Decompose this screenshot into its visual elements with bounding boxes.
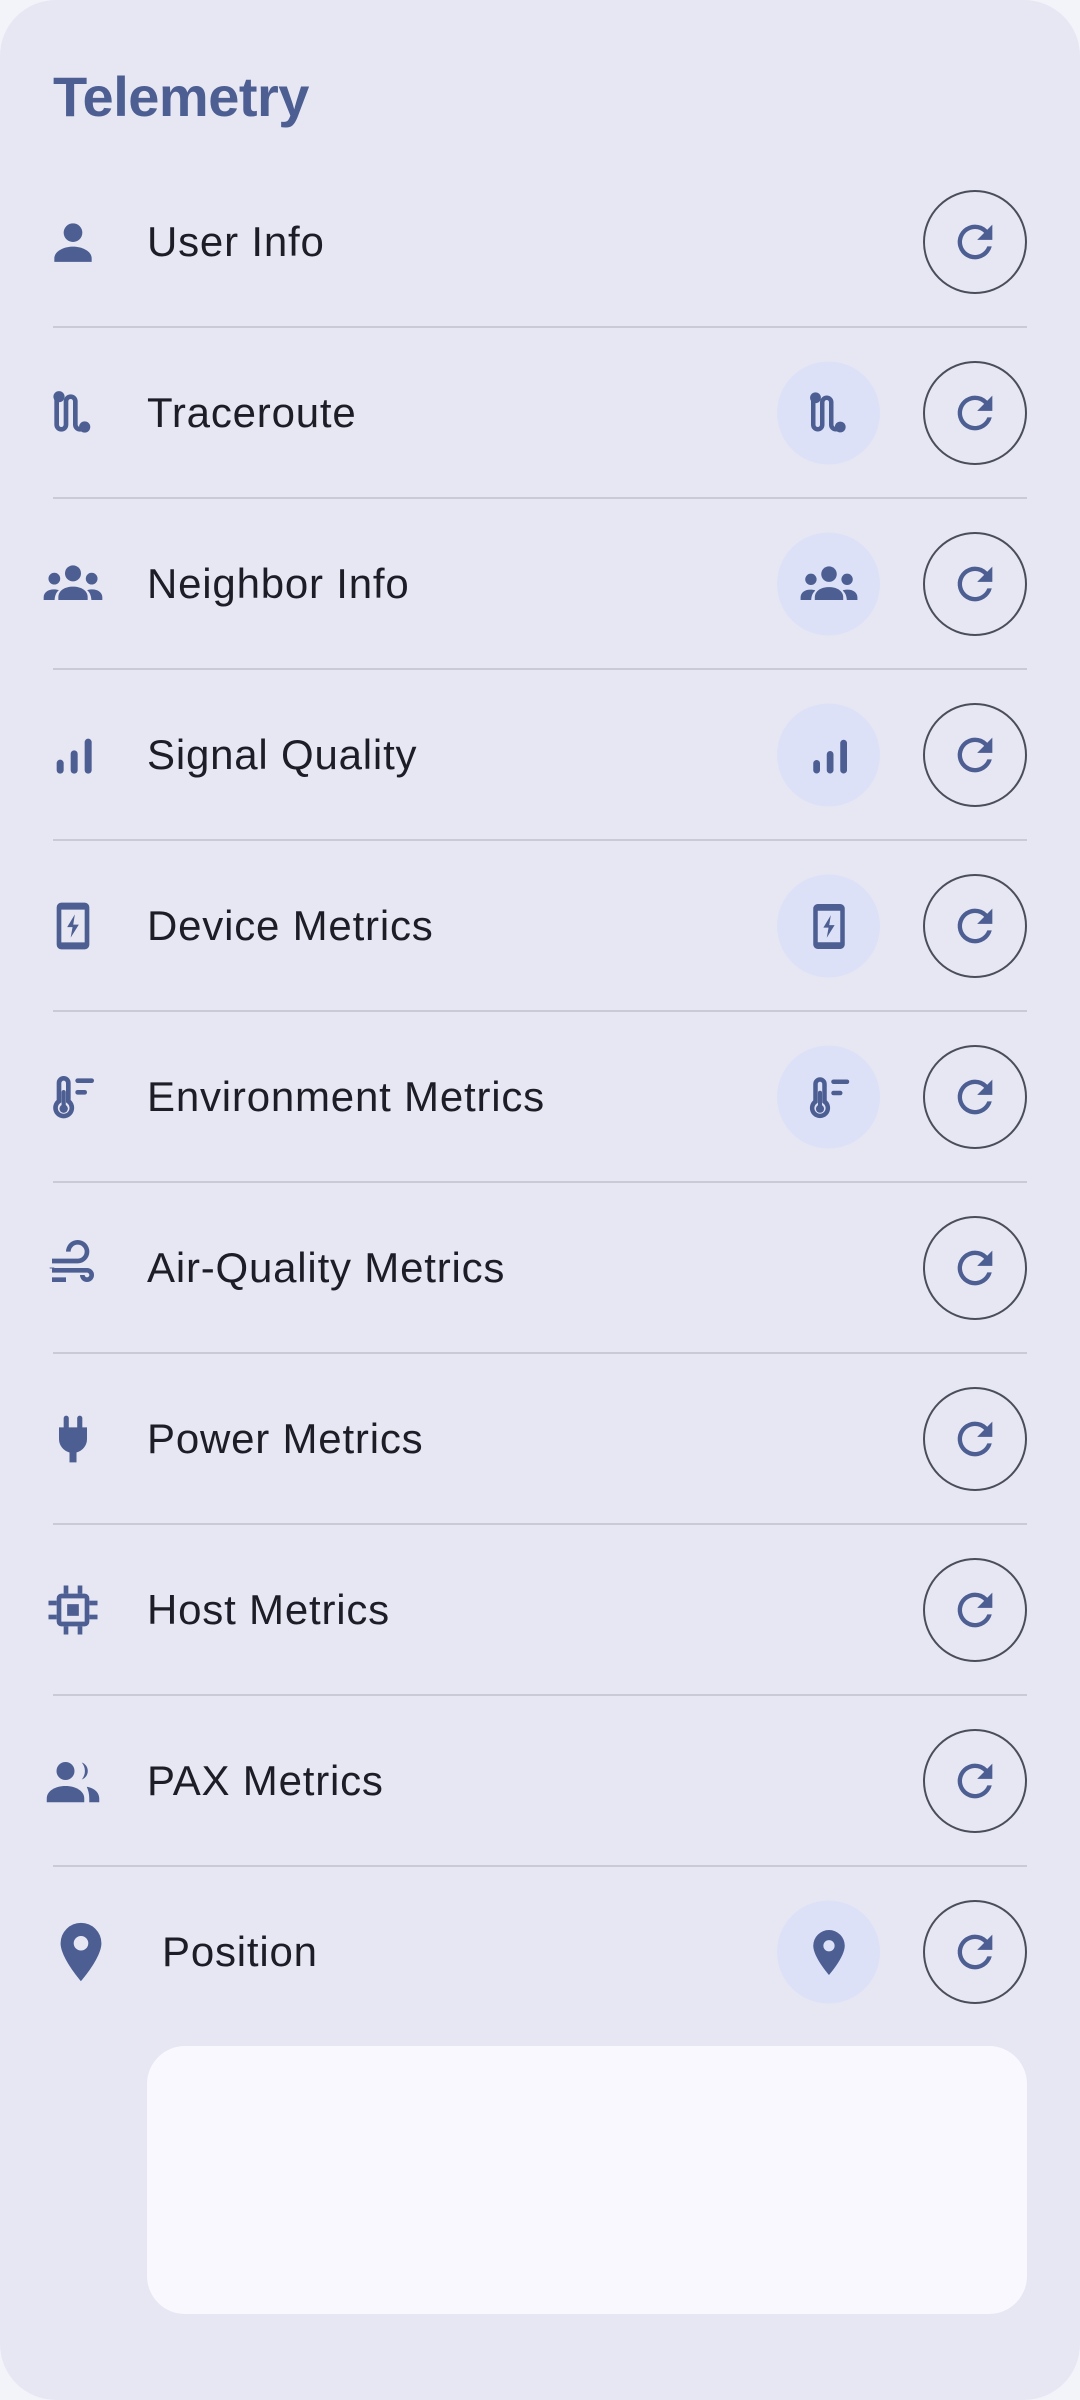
row-label: Host Metrics [147, 1586, 390, 1633]
power-plug-icon [38, 1404, 108, 1474]
refresh-icon [949, 1071, 1001, 1123]
signal-bars-icon [38, 720, 108, 790]
memory-chip-icon [38, 1575, 108, 1645]
telemetry-row-pax-metrics: PAX Metrics [0, 1696, 1080, 1866]
row-label: Neighbor Info [147, 560, 410, 607]
refresh-icon [949, 1584, 1001, 1636]
row-label: Traceroute [147, 389, 357, 436]
refresh-icon [949, 1413, 1001, 1465]
telemetry-row-position: Position [0, 1867, 1080, 2037]
row-label: Signal Quality [147, 731, 418, 778]
refresh-user-info-button[interactable] [923, 190, 1027, 294]
air-wind-icon [38, 1233, 108, 1303]
row-label: Environment Metrics [147, 1073, 545, 1120]
refresh-host-metrics-button[interactable] [923, 1558, 1027, 1662]
refresh-icon [949, 900, 1001, 952]
refresh-icon [949, 558, 1001, 610]
refresh-icon [949, 387, 1001, 439]
refresh-neighbor-info-button[interactable] [923, 532, 1027, 636]
telemetry-row-power-metrics: Power Metrics [0, 1354, 1080, 1524]
refresh-signal-quality-button[interactable] [923, 703, 1027, 807]
telemetry-row-neighbor-info: Neighbor Info [0, 499, 1080, 669]
page-title: Telemetry [53, 65, 309, 128]
refresh-pax-metrics-button[interactable] [923, 1729, 1027, 1833]
refresh-air-quality-metrics-button[interactable] [923, 1216, 1027, 1320]
telemetry-row-air-quality-metrics: Air-Quality Metrics [0, 1183, 1080, 1353]
refresh-environment-metrics-button[interactable] [923, 1045, 1027, 1149]
telemetry-row-signal-quality: Signal Quality [0, 670, 1080, 840]
telemetry-row-host-metrics: Host Metrics [0, 1525, 1080, 1695]
person-icon [38, 207, 108, 277]
refresh-icon [949, 729, 1001, 781]
battery-charging-phone-icon [38, 891, 108, 961]
position-detail-panel [147, 2046, 1027, 2314]
route-icon [38, 378, 108, 448]
refresh-traceroute-button[interactable] [923, 361, 1027, 465]
refresh-icon [949, 1926, 1001, 1978]
refresh-device-metrics-button[interactable] [923, 874, 1027, 978]
row-label: Power Metrics [147, 1415, 424, 1462]
refresh-icon [949, 216, 1001, 268]
thermometer-icon [802, 1070, 856, 1124]
route-icon [802, 386, 856, 440]
traceroute-status-badge [777, 361, 880, 465]
environment-metrics-status-badge [777, 1045, 880, 1149]
row-label: Air-Quality Metrics [147, 1244, 506, 1291]
signal-quality-status-badge [777, 703, 880, 807]
refresh-power-metrics-button[interactable] [923, 1387, 1027, 1491]
row-label: PAX Metrics [147, 1757, 384, 1804]
telemetry-row-device-metrics: Device Metrics [0, 841, 1080, 1011]
thermometer-icon [38, 1062, 108, 1132]
groups-icon [798, 553, 860, 615]
refresh-icon [949, 1755, 1001, 1807]
device-metrics-status-badge [777, 874, 880, 978]
refresh-position-button[interactable] [923, 1900, 1027, 2004]
telemetry-row-traceroute: Traceroute [0, 328, 1080, 498]
people-icon [38, 1746, 108, 1816]
groups-icon [38, 549, 108, 619]
refresh-icon [949, 1242, 1001, 1294]
telemetry-row-environment-metrics: Environment Metrics [0, 1012, 1080, 1182]
position-status-badge [777, 1900, 880, 2004]
battery-charging-phone-icon [802, 899, 856, 953]
signal-bars-icon [802, 728, 856, 782]
row-label: Device Metrics [147, 902, 434, 949]
telemetry-row-user-info: User Info [0, 157, 1080, 327]
telemetry-card: Telemetry User Info Traceroute Neighbor … [0, 0, 1080, 2400]
row-label: Position [162, 1928, 318, 1975]
location-pin-icon [46, 1912, 116, 1992]
neighbor-info-status-badge [777, 532, 880, 636]
row-label: User Info [147, 218, 325, 265]
location-pin-icon [802, 1925, 856, 1979]
